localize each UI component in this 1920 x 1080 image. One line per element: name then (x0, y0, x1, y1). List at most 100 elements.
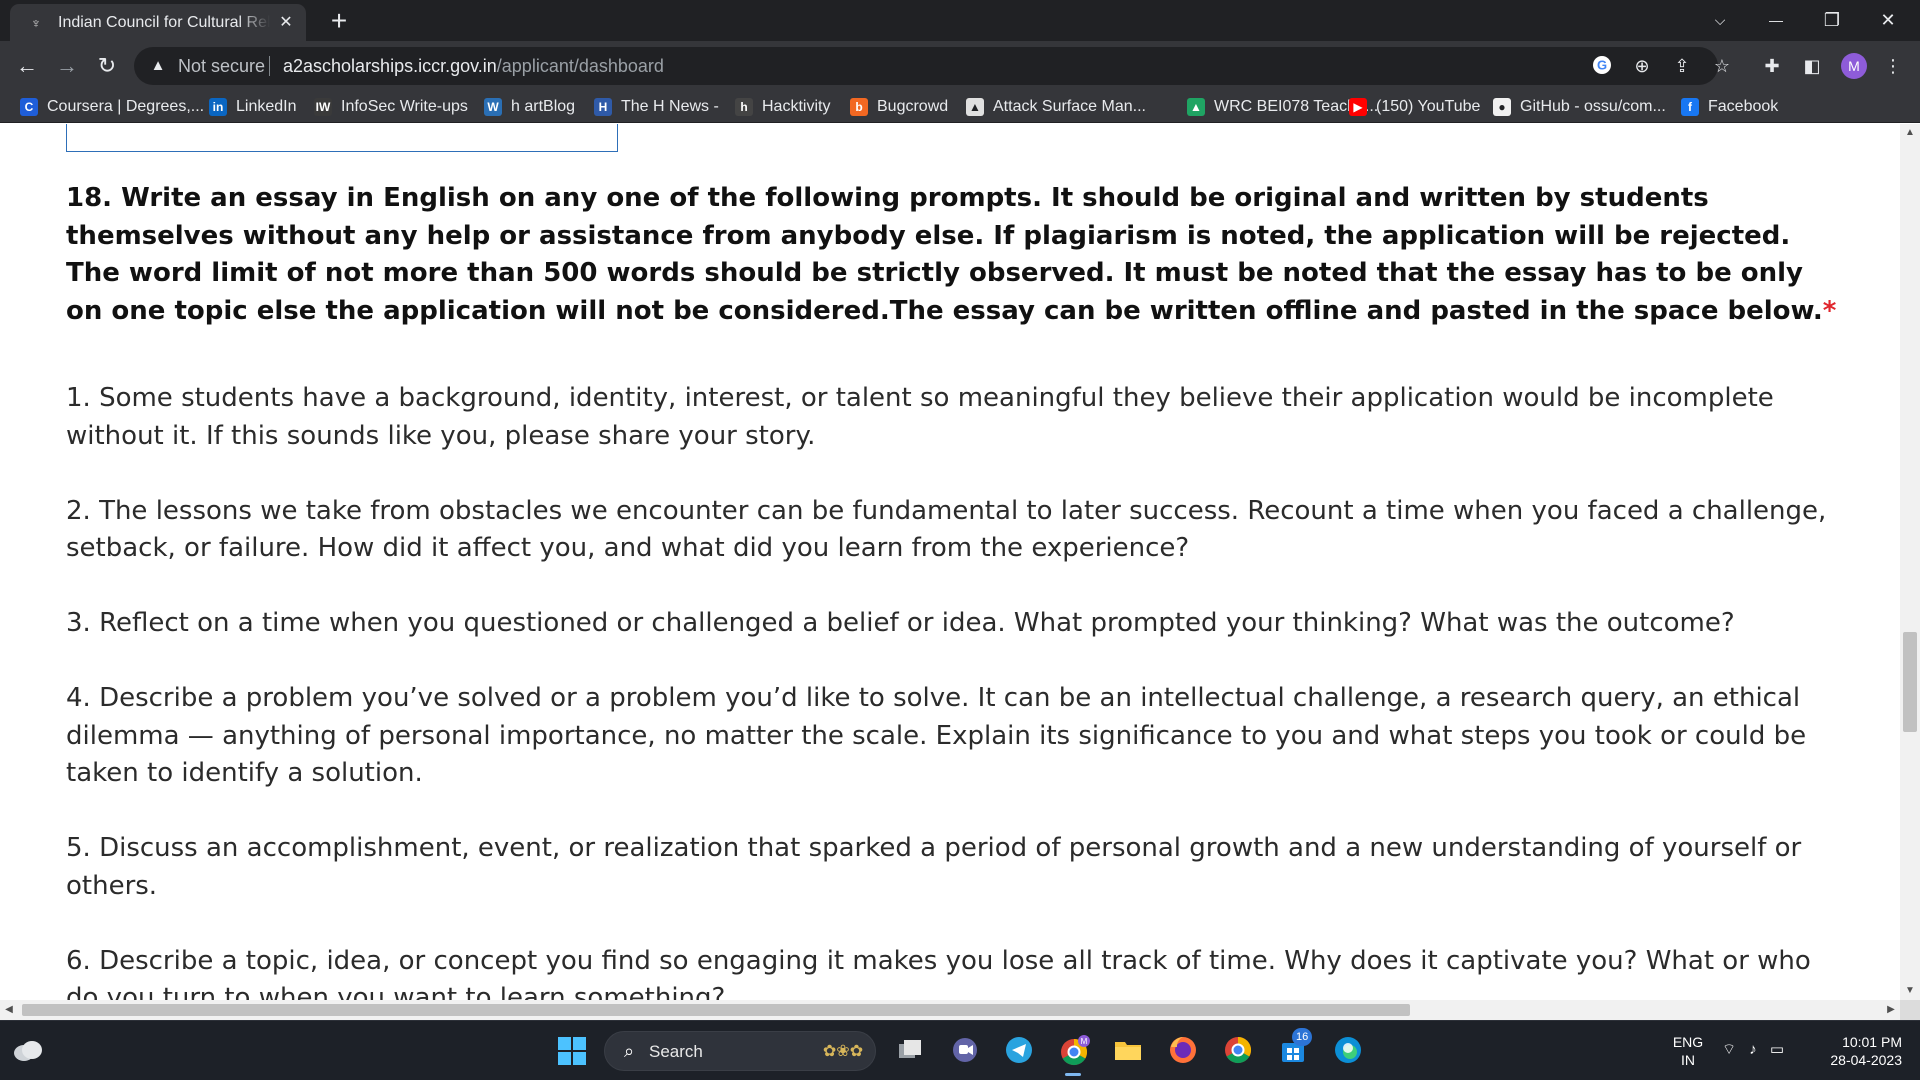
question-18: 18. Write an essay in English on any one… (66, 180, 1846, 330)
essay-prompts: 1. Some students have a background, iden… (66, 380, 1846, 1000)
warning-triangle-icon[interactable]: ▲ (148, 56, 168, 76)
task-view-icon[interactable] (894, 1035, 926, 1067)
previous-answer-field[interactable] (66, 124, 618, 152)
scroll-left-arrow-icon[interactable]: ◀ (0, 1000, 18, 1020)
back-button[interactable]: ← (10, 49, 44, 83)
kebab-menu-icon[interactable]: ⋮ (1880, 53, 1906, 79)
github-icon: ● (1493, 98, 1511, 116)
bookmark-label: Hacktivity (762, 98, 831, 115)
scroll-down-arrow-icon[interactable]: ▼ (1900, 982, 1920, 1000)
bookmark-label: Coursera | Degrees,... (47, 98, 205, 115)
vertical-scrollbar[interactable]: ▲ ▼ (1900, 124, 1920, 1000)
search-label: Search (649, 1042, 703, 1061)
share-icon[interactable]: ⇪ (1670, 55, 1694, 77)
bugcrowd-icon: b (850, 98, 868, 116)
battery-icon[interactable]: ▭ (1766, 1039, 1788, 1061)
browser-toolbar: ← → ↻ ▲ Not secure a2ascholarships.iccr.… (0, 41, 1920, 91)
windows-taskbar: ⌕ Search ✿❀✿ M 16 ENG IN ⌔ ♪ ▭ 10:01 PM 28… (0, 1020, 1920, 1080)
facebook-icon: f (1681, 98, 1699, 116)
essay-prompt: 6. Describe a topic, idea, or concept yo… (66, 945, 1811, 1001)
clock-time: 10:01 PM (1842, 1034, 1902, 1050)
page-content: 18. Write an essay in English on any one… (0, 124, 1900, 1000)
horizontal-scroll-thumb[interactable] (22, 1004, 1410, 1016)
clock-date: 28-04-2023 (1830, 1052, 1902, 1068)
bookmark-item[interactable]: ▶ (150) YouTube (1349, 94, 1480, 120)
close-tab-icon[interactable]: ✕ (276, 13, 296, 33)
profile-avatar[interactable]: M (1841, 53, 1867, 79)
horizontal-scrollbar[interactable]: ◀ ▶ (0, 1000, 1900, 1020)
bookmark-item[interactable]: C Coursera | Degrees,... (20, 94, 204, 120)
bookmark-item[interactable]: ● GitHub - ossu/com... (1493, 94, 1666, 120)
forward-button[interactable]: → (50, 49, 84, 83)
wordpress-icon: W (484, 98, 502, 116)
scroll-up-arrow-icon[interactable]: ▲ (1900, 124, 1920, 142)
browser-tab[interactable]: ♆ Indian Council for Cultural Relations … (10, 4, 306, 41)
scrollbar-corner (1900, 1000, 1920, 1020)
bookmark-label: LinkedIn (236, 98, 297, 115)
bookmark-item[interactable]: IW InfoSec Write-ups (314, 94, 468, 120)
essay-prompt: 4. Describe a problem you’ve solved or a… (66, 683, 1807, 788)
tab-search-dropdown-icon[interactable]: ⌵ (1692, 0, 1748, 41)
close-window-button[interactable]: ✕ (1860, 0, 1916, 41)
svg-text:G: G (1597, 58, 1607, 73)
bookmark-item[interactable]: f Facebook (1681, 94, 1778, 120)
vertical-scroll-thumb[interactable] (1903, 632, 1917, 732)
chrome-icon[interactable] (1222, 1035, 1254, 1067)
url-path: /applicant/dashboard (496, 56, 664, 76)
language-indicator[interactable]: ENG IN (1668, 1033, 1708, 1069)
bookmark-item[interactable]: ▲ Attack Surface Man... (966, 94, 1146, 120)
url-text[interactable]: a2ascholarships.iccr.gov.in/applicant/da… (283, 56, 664, 76)
not-secure-label[interactable]: Not secure (178, 56, 265, 76)
bookmark-item[interactable]: H The H News - (594, 94, 719, 120)
youtube-icon: ▶ (1349, 98, 1367, 116)
search-highlight-icon: ✿❀✿ (822, 1043, 864, 1060)
bookmark-label: GitHub - ossu/com... (1520, 98, 1666, 115)
restore-button[interactable]: ❐ (1804, 0, 1860, 41)
language-code: ENG (1672, 1034, 1704, 1050)
h-news-icon: H (594, 98, 612, 116)
region-code: IN (1681, 1052, 1695, 1068)
essay-prompt: 1. Some students have a background, iden… (66, 383, 1774, 451)
edge-icon[interactable] (1332, 1035, 1364, 1067)
firefox-icon[interactable] (1167, 1035, 1199, 1067)
bookmark-label: Bugcrowd (877, 98, 949, 115)
wifi-icon[interactable]: ⌔ (1718, 1039, 1740, 1061)
scroll-right-arrow-icon[interactable]: ▶ (1882, 1000, 1900, 1020)
google-drive-icon: ▲ (1187, 98, 1205, 116)
side-panel-icon[interactable]: ◧ (1799, 53, 1825, 79)
file-explorer-icon[interactable] (1112, 1035, 1144, 1067)
search-icon: ⌕ (623, 1041, 635, 1061)
teams-chat-icon[interactable] (949, 1035, 981, 1067)
zoom-icon[interactable]: ⊕ (1630, 55, 1654, 77)
bookmark-item[interactable]: in LinkedIn (209, 94, 297, 120)
bookmark-item[interactable]: b Bugcrowd (850, 94, 948, 120)
reload-button[interactable]: ↻ (90, 49, 124, 83)
bookmark-label: Facebook (1708, 98, 1779, 115)
minimize-button[interactable]: — (1748, 0, 1804, 41)
system-clock[interactable]: 10:01 PM 28-04-2023 (1812, 1033, 1902, 1069)
telegram-icon[interactable] (1003, 1035, 1035, 1067)
active-app-indicator (1065, 1073, 1081, 1076)
weather-cloud-icon[interactable] (12, 1037, 44, 1063)
attack-surface-icon: ▲ (966, 98, 984, 116)
essay-prompt: 5. Discuss an accomplishment, event, or … (66, 833, 1802, 901)
essay-prompt: 3. Reflect on a time when you questioned… (66, 608, 1735, 638)
bookmark-item[interactable]: Wh artBlog (484, 94, 575, 120)
extensions-puzzle-icon[interactable]: ✚ (1759, 53, 1785, 79)
bookmark-star-icon[interactable]: ☆ (1710, 55, 1734, 77)
notification-badge: 16 (1292, 1028, 1313, 1046)
tab-strip: ♆ Indian Council for Cultural Relations … (0, 0, 1920, 41)
bookmark-label: InfoSec Write-ups (341, 98, 468, 115)
windows-start-icon[interactable] (556, 1035, 588, 1067)
taskbar-search[interactable]: ⌕ Search ✿❀✿ (604, 1031, 876, 1071)
new-tab-button[interactable]: + (324, 6, 354, 36)
google-lens-icon[interactable]: G (1590, 55, 1614, 77)
svg-text:M: M (1081, 1037, 1088, 1046)
chrome-profile-m-icon[interactable]: M (1058, 1035, 1090, 1067)
address-bar[interactable]: ▲ Not secure a2ascholarships.iccr.gov.in… (134, 47, 1730, 85)
volume-icon[interactable]: ♪ (1742, 1039, 1764, 1061)
divider (269, 56, 270, 76)
infosec-writeups-icon: IW (314, 98, 332, 116)
linkedin-icon: in (209, 98, 227, 116)
bookmark-item[interactable]: h Hacktivity (735, 94, 830, 120)
